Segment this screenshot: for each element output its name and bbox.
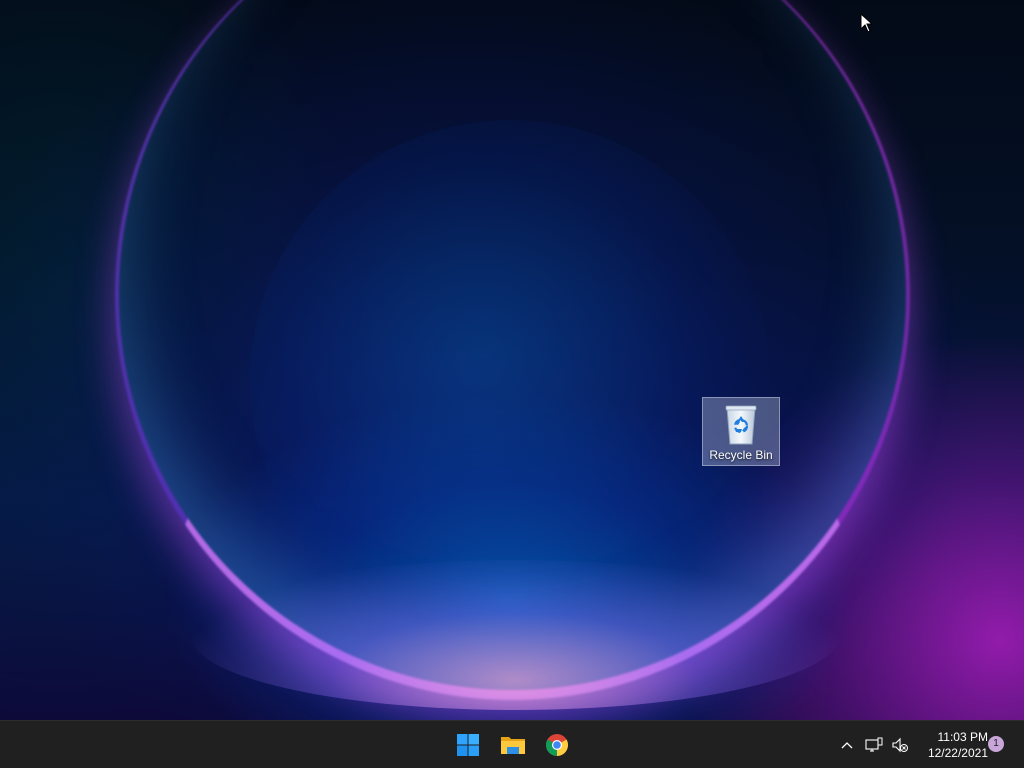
network-status-button[interactable]	[863, 721, 885, 769]
clock-date: 12/22/2021	[927, 746, 988, 760]
desktop-icon-recycle-bin[interactable]: Recycle Bin	[702, 397, 780, 466]
network-disconnected-icon	[865, 737, 883, 752]
recycle-bin-icon	[725, 405, 757, 445]
volume-muted-icon	[892, 737, 908, 753]
mouse-pointer-icon	[860, 13, 874, 33]
recycle-bin-label: Recycle Bin	[709, 448, 773, 462]
wallpaper-orb-core	[250, 120, 770, 640]
clock-button[interactable]: 11:03 PM 12/22/2021	[916, 729, 988, 761]
chrome-button[interactable]	[540, 728, 574, 762]
chrome-icon	[546, 734, 568, 756]
start-button[interactable]	[451, 728, 485, 762]
taskbar: 11:03 PM 12/22/2021	[0, 720, 1024, 768]
notification-badge[interactable]: 1	[988, 736, 1004, 752]
file-explorer-button[interactable]	[496, 728, 530, 762]
volume-button[interactable]	[889, 721, 911, 769]
chevron-up-icon	[841, 742, 853, 749]
desktop-background[interactable]: Recycle Bin	[0, 0, 1024, 720]
folder-icon	[501, 737, 525, 754]
wallpaper-orb-rim	[115, 0, 910, 700]
show-hidden-icons-button[interactable]	[836, 721, 858, 769]
windows-logo-icon	[457, 734, 479, 756]
clock-time: 11:03 PM	[937, 730, 988, 744]
wallpaper-orb-glow	[190, 560, 840, 710]
